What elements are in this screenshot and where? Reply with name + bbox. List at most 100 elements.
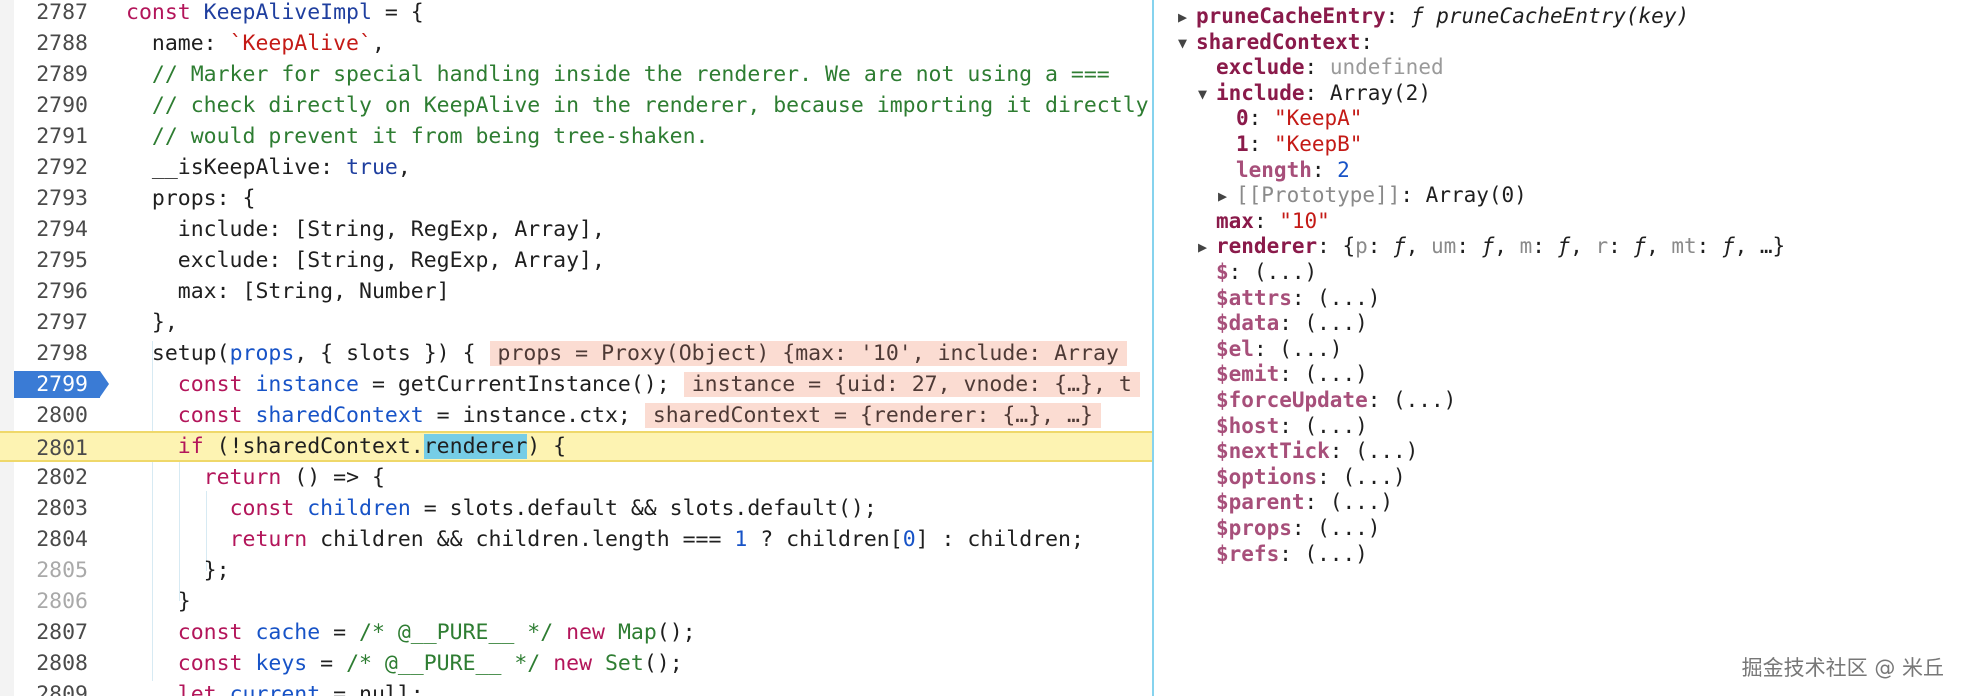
line-number[interactable]: 2796: [14, 276, 88, 307]
code-line[interactable]: 2793 props: {: [0, 183, 1152, 214]
line-number[interactable]: 2808: [14, 648, 88, 679]
line-number[interactable]: 2790: [14, 90, 88, 121]
line-number[interactable]: 2795: [14, 245, 88, 276]
code-line[interactable]: 2798 setup(props, { slots }) {props = Pr…: [0, 338, 1152, 369]
inline-value-preview[interactable]: instance = {uid: 27, vnode: {…}, t: [683, 372, 1140, 397]
property-value: ,: [1570, 234, 1596, 259]
line-number[interactable]: 2807: [14, 617, 88, 648]
line-number[interactable]: 2804: [14, 524, 88, 555]
line-number[interactable]: 2802: [14, 462, 88, 493]
code-token: props: [229, 341, 295, 366]
property-value: (...): [1329, 490, 1394, 515]
line-number[interactable]: 2794: [14, 214, 88, 245]
collapse-triangle-icon[interactable]: ▼: [1178, 27, 1196, 59]
code-token: // would prevent it from being tree-shak…: [126, 124, 709, 149]
property-value: ,: [1494, 234, 1520, 259]
code-line[interactable]: 2795 exclude: [String, RegExp, Array],: [0, 245, 1152, 276]
property-key: [[Prototype]]: [1236, 183, 1401, 208]
line-number[interactable]: 2809: [14, 679, 88, 696]
watermark-text: 掘金技术社区 @ 米丘: [1741, 656, 1944, 680]
key-separator: :: [1248, 106, 1274, 131]
code-text: // would prevent it from being tree-shak…: [126, 121, 709, 152]
line-number[interactable]: 2798: [14, 338, 88, 369]
code-line[interactable]: 2803 const children = slots.default && s…: [0, 493, 1152, 524]
source-editor[interactable]: 2787 const KeepAliveImpl = {2788 name: `K…: [0, 0, 1155, 696]
editor-pane-divider[interactable]: [1152, 0, 1154, 696]
code-text: return () => {: [126, 462, 385, 493]
property-value: ,: [1646, 234, 1672, 259]
key-separator: :: [1360, 29, 1386, 54]
code-token: ();: [656, 620, 696, 645]
property-value: "KeepA": [1273, 106, 1363, 131]
key-separator: :: [1304, 490, 1330, 515]
code-token: props: {: [126, 186, 256, 211]
code-line[interactable]: 2790 // check directly on KeepAlive in t…: [0, 90, 1152, 121]
scope-panel[interactable]: 掘金技术社区 @ 米丘 ▶ pruneCacheEntry: ƒ pruneCac…: [1160, 0, 1964, 696]
code-line[interactable]: 2806 }: [0, 586, 1152, 617]
code-token: new: [553, 651, 605, 676]
code-text: const instance = getCurrentInstance(); in…: [126, 369, 1140, 400]
inline-value-preview[interactable]: sharedContext = {renderer: {…}, …}: [644, 403, 1101, 428]
property-key: $el: [1216, 336, 1254, 361]
code-token: ) {: [527, 434, 567, 459]
line-number[interactable]: 2787: [14, 0, 88, 28]
scope-property-row[interactable]: $refs: (...): [1198, 538, 1368, 570]
collapse-triangle-icon[interactable]: ▼: [1198, 78, 1216, 110]
code-token: children && children.length ===: [307, 527, 735, 552]
line-number[interactable]: 2792: [14, 152, 88, 183]
code-line[interactable]: 2799 const instance = getCurrentInstance…: [0, 369, 1152, 400]
code-token: `KeepAlive`: [229, 31, 372, 56]
code-line[interactable]: 2804 return children && children.length …: [0, 524, 1152, 555]
code-line[interactable]: 2809 let current = null;: [0, 679, 1152, 696]
property-value: :: [1532, 234, 1558, 259]
code-line[interactable]: 2800 const sharedContext = instance.ctx;…: [0, 400, 1152, 431]
property-key: $emit: [1216, 362, 1280, 387]
property-value: , …}: [1734, 234, 1786, 259]
devtools-screenshot: 2787 const KeepAliveImpl = {2788 name: `K…: [0, 0, 1964, 696]
line-number[interactable]: 2791: [14, 121, 88, 152]
property-value: (...): [1393, 388, 1457, 412]
line-number[interactable]: 2805: [14, 555, 88, 586]
code-line[interactable]: 2787 const KeepAliveImpl = {: [0, 0, 1152, 28]
code-line[interactable]: 2789 // Marker for special handling insi…: [0, 59, 1152, 90]
code-line[interactable]: 2792 __isKeepAlive: true,: [0, 152, 1152, 183]
line-number[interactable]: 2800: [14, 400, 88, 431]
code-line[interactable]: 2794 include: [String, RegExp, Array],: [0, 214, 1152, 245]
property-key: exclude: [1216, 55, 1305, 80]
key-separator: :: [1311, 157, 1338, 182]
code-line[interactable]: 2808 const keys = /* @__PURE__ */ new Se…: [0, 648, 1152, 679]
line-number[interactable]: 2801: [14, 433, 88, 464]
code-token: /* @__PURE__ */: [359, 620, 554, 645]
code-line[interactable]: 2791 // would prevent it from being tree…: [0, 121, 1152, 152]
code-text: let current = null;: [126, 679, 424, 696]
code-line[interactable]: 2788 name: `KeepAlive`,: [0, 28, 1152, 59]
code-line[interactable]: 2805 };: [0, 555, 1152, 586]
code-line[interactable]: 2807 const cache = /* @__PURE__ */ new M…: [0, 617, 1152, 648]
code-text: const sharedContext = instance.ctx; share…: [126, 400, 1101, 431]
property-value: ƒ: [1721, 234, 1735, 259]
inline-value-preview[interactable]: props = Proxy(Object) {max: '10', includ…: [489, 341, 1127, 366]
property-value: ƒ: [1633, 234, 1647, 259]
property-key: $nextTick: [1216, 439, 1330, 464]
code-text: return children && children.length === 1…: [126, 524, 1084, 555]
line-number[interactable]: 2788: [14, 28, 88, 59]
current-execution-line[interactable]: 2801 if (!sharedContext.renderer) {: [0, 431, 1152, 462]
code-text: __isKeepAlive: true,: [126, 152, 411, 183]
line-number[interactable]: 2797: [14, 307, 88, 338]
code-text: props: {: [126, 183, 256, 214]
line-number[interactable]: 2789: [14, 59, 88, 90]
code-line[interactable]: 2796 max: [String, Number]: [0, 276, 1152, 307]
code-token: let: [177, 682, 230, 696]
property-key: 1: [1236, 132, 1249, 156]
property-value: undefined: [1329, 55, 1444, 80]
code-line[interactable]: 2797 },: [0, 307, 1152, 338]
line-number[interactable]: 2793: [14, 183, 88, 214]
code-line[interactable]: 2802 return () => {: [0, 462, 1152, 493]
code-text: max: [String, Number]: [126, 276, 450, 307]
code-token: /* @__PURE__ */: [346, 651, 541, 676]
line-number[interactable]: 2803: [14, 493, 88, 524]
breakpoint-marker[interactable]: 2799: [14, 371, 109, 398]
line-number[interactable]: 2806: [14, 586, 88, 617]
property-value: {: [1342, 234, 1356, 259]
property-key: max: [1216, 208, 1254, 233]
